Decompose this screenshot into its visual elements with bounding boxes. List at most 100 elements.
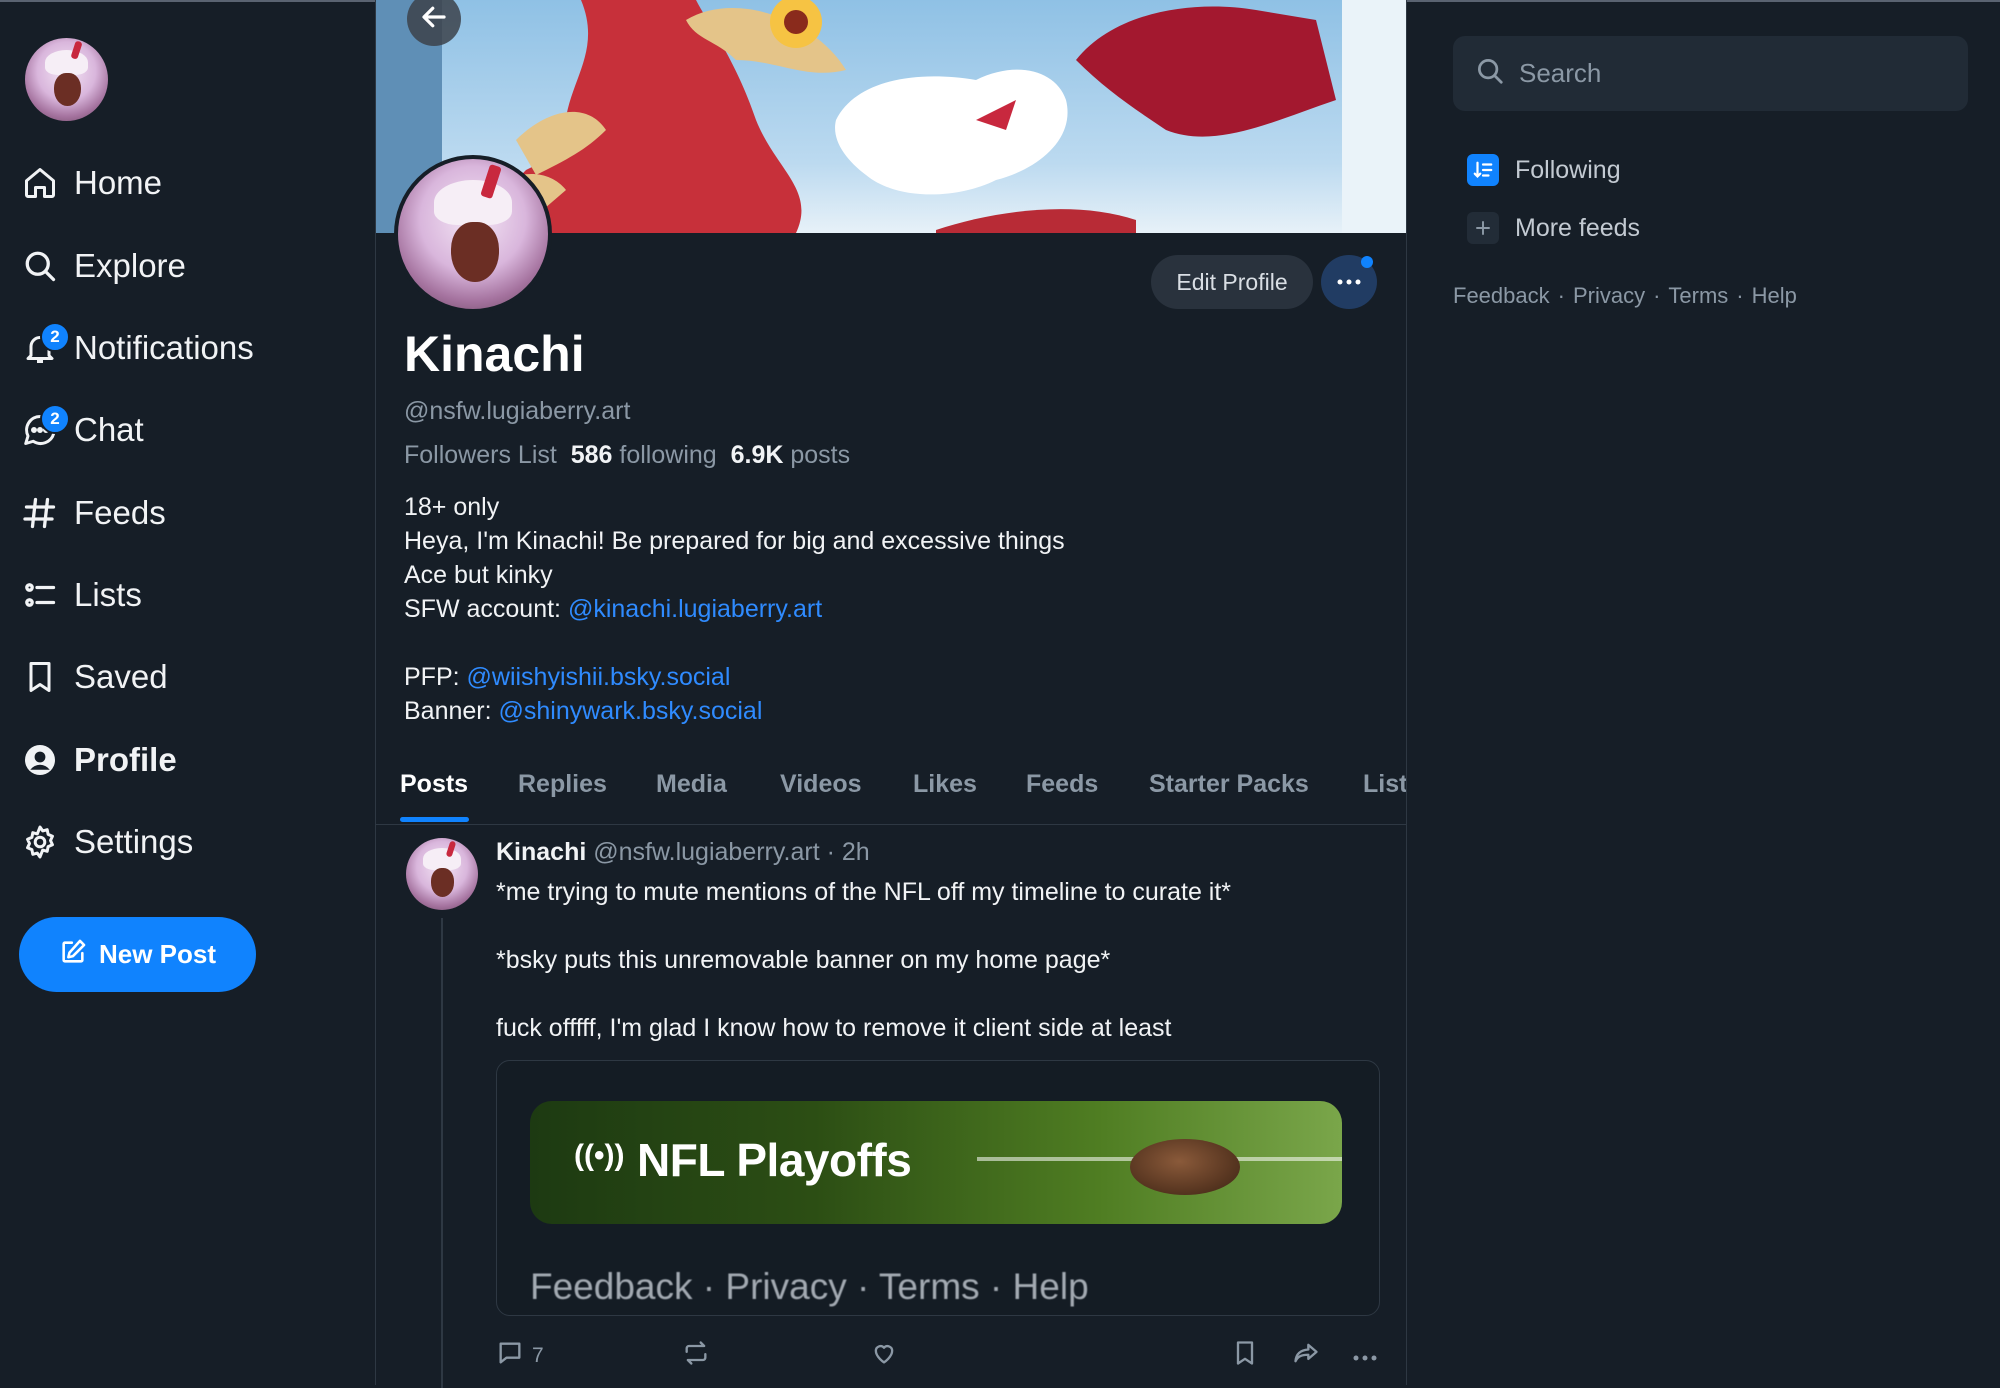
- nav-explore[interactable]: Explore: [20, 238, 186, 294]
- reply-button[interactable]: 7: [496, 1336, 544, 1376]
- profile-handle: @nsfw.lugiaberry.art: [404, 397, 631, 425]
- bookmark-icon: [20, 657, 60, 697]
- footer-privacy-link[interactable]: Privacy: [1573, 283, 1645, 308]
- profile-avatar[interactable]: [394, 155, 552, 313]
- thread-line: [441, 918, 443, 1388]
- notification-badge: 2: [40, 322, 70, 352]
- left-sidebar: Home Explore 2 Notifications 2 Chat Feed…: [0, 0, 375, 1385]
- share-icon: [1291, 1339, 1321, 1373]
- post-text-line: [496, 909, 1386, 943]
- banner-artist-link[interactable]: @shinywark.bsky.social: [499, 697, 763, 725]
- search-box[interactable]: Search: [1453, 36, 1968, 111]
- tab-videos[interactable]: Videos: [780, 770, 862, 799]
- following-feed-icon: [1467, 154, 1499, 186]
- post-actions: 7: [496, 1336, 1378, 1376]
- nav-label: Chat: [74, 411, 144, 448]
- nav-saved[interactable]: Saved: [20, 649, 168, 705]
- repost-icon: [682, 1339, 710, 1373]
- chat-icon: 2: [20, 404, 70, 450]
- tab-lists[interactable]: Lists: [1363, 770, 1406, 799]
- profile-tabs: Posts Replies Media Videos Likes Feeds S…: [376, 758, 1406, 825]
- new-post-button[interactable]: New Post: [19, 917, 256, 992]
- feed-label: Following: [1515, 155, 1621, 184]
- embed-footer-item: Privacy: [725, 1266, 847, 1307]
- bookmark-button[interactable]: [1231, 1336, 1259, 1376]
- footer-terms-link[interactable]: Terms: [1668, 283, 1728, 308]
- hash-icon: [20, 493, 60, 533]
- new-post-label: New Post: [98, 939, 217, 969]
- nav-notifications[interactable]: 2 Notifications: [20, 320, 254, 376]
- post-timestamp[interactable]: · 2h: [827, 838, 870, 866]
- tab-media[interactable]: Media: [656, 770, 727, 799]
- post-image-embed[interactable]: ((•)) NFL Playoffs Feedback · Privacy · …: [496, 1060, 1380, 1316]
- tab-replies[interactable]: Replies: [518, 770, 607, 799]
- active-tab-indicator: [400, 817, 469, 822]
- tab-likes[interactable]: Likes: [913, 770, 977, 799]
- nav-label: Feeds: [74, 494, 166, 531]
- bio-line: Heya, I'm Kinachi! Be prepared for big a…: [404, 527, 1065, 555]
- share-button[interactable]: [1291, 1336, 1321, 1376]
- post-text-line: *bsky puts this unremovable banner on my…: [496, 946, 1111, 974]
- feed-label: More feeds: [1515, 213, 1641, 242]
- edit-profile-button[interactable]: Edit Profile: [1151, 255, 1313, 309]
- posts-label: posts: [790, 441, 851, 469]
- nav-chat[interactable]: 2 Chat: [20, 402, 144, 458]
- footer-help-link[interactable]: Help: [1752, 283, 1797, 308]
- bio-prefix: PFP:: [404, 663, 467, 691]
- embed-footer-item: Terms: [878, 1266, 980, 1307]
- ellipsis-icon: [1336, 273, 1362, 291]
- heart-icon: [870, 1339, 898, 1373]
- reply-count: 7: [532, 1344, 544, 1367]
- embed-footer-item: Help: [1012, 1266, 1089, 1307]
- post-author-handle[interactable]: @nsfw.lugiaberry.art: [593, 838, 819, 866]
- post-text-line: fuck offfff, I'm glad I know how to remo…: [496, 1014, 1172, 1042]
- post-text-line: [496, 977, 1386, 1011]
- profile-stats: Followers List 586 following 6.9K posts: [404, 441, 850, 470]
- posts-count: 6.9K: [730, 441, 784, 469]
- nav-label: Explore: [74, 247, 186, 284]
- profile-display-name: Kinachi: [404, 326, 585, 382]
- following-label[interactable]: following: [619, 441, 716, 469]
- profile-icon: [20, 740, 60, 780]
- tab-feeds[interactable]: Feeds: [1026, 770, 1098, 799]
- bell-icon: 2: [20, 322, 70, 368]
- post-body: *me trying to mute mentions of the NFL o…: [496, 875, 1386, 1045]
- feed-more-feeds[interactable]: More feeds: [1467, 208, 1640, 248]
- compose-icon: [59, 938, 87, 971]
- post-header: Kinachi @nsfw.lugiaberry.art · 2h: [496, 838, 870, 867]
- tab-starter-packs[interactable]: Starter Packs: [1149, 770, 1309, 799]
- feed-following[interactable]: Following: [1467, 150, 1621, 190]
- nav-lists[interactable]: Lists: [20, 567, 142, 623]
- bio-line: Ace but kinky: [404, 561, 553, 589]
- following-count[interactable]: 586: [571, 441, 613, 469]
- nav-label: Settings: [74, 823, 194, 860]
- search-icon: [20, 246, 60, 286]
- repost-button[interactable]: [682, 1336, 710, 1376]
- post-text-line: *me trying to mute mentions of the NFL o…: [496, 878, 1232, 906]
- nav-label: Profile: [74, 741, 177, 778]
- search-placeholder: Search: [1519, 58, 1602, 88]
- sidebar-footer-links: Feedback · Privacy · Terms · Help: [1453, 283, 1797, 308]
- nav-label: Lists: [74, 576, 142, 613]
- nav-profile[interactable]: Profile: [20, 732, 177, 788]
- tab-posts[interactable]: Posts: [400, 770, 468, 799]
- post-more-button[interactable]: [1352, 1336, 1378, 1376]
- nav-home[interactable]: Home: [20, 155, 162, 211]
- user-avatar[interactable]: [25, 38, 108, 121]
- gear-icon: [20, 822, 60, 862]
- bookmark-icon: [1231, 1339, 1259, 1373]
- followers-list-link[interactable]: Followers List: [404, 441, 557, 469]
- post-author-name[interactable]: Kinachi: [496, 838, 586, 866]
- post-author-avatar[interactable]: [406, 838, 478, 910]
- pfp-artist-link[interactable]: @wiishyishii.bsky.social: [467, 663, 731, 691]
- nav-feeds[interactable]: Feeds: [20, 485, 166, 541]
- sfw-account-link[interactable]: @kinachi.lugiaberry.art: [568, 595, 822, 623]
- nfl-playoffs-banner: ((•)) NFL Playoffs: [530, 1101, 1342, 1224]
- chat-badge: 2: [40, 404, 70, 434]
- like-button[interactable]: [870, 1336, 898, 1376]
- profile-bio: 18+ only Heya, I'm Kinachi! Be prepared …: [404, 490, 1065, 728]
- footer-feedback-link[interactable]: Feedback: [1453, 283, 1550, 308]
- nav-settings[interactable]: Settings: [20, 814, 193, 870]
- nfl-playoffs-title: NFL Playoffs: [637, 1134, 912, 1186]
- bio-pfp-line: PFP: @wiishyishii.bsky.social: [404, 660, 1065, 694]
